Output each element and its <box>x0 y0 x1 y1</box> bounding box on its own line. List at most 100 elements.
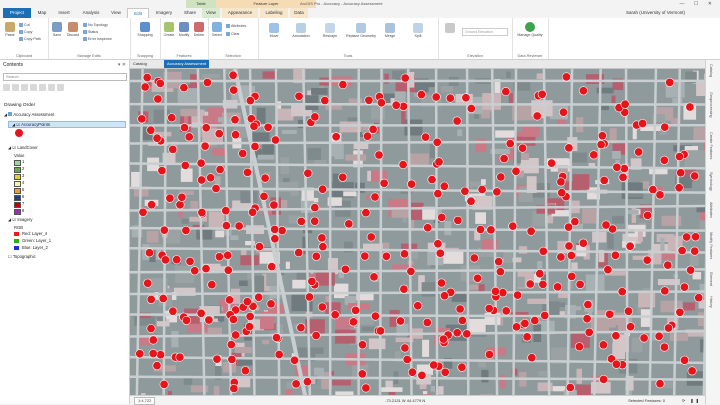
accuracy-point[interactable] <box>311 113 319 121</box>
tab-view[interactable]: View <box>107 8 125 18</box>
accuracy-point[interactable] <box>197 176 205 184</box>
accuracy-point[interactable] <box>250 122 258 130</box>
side-tab[interactable]: Create Features <box>709 132 713 159</box>
accuracy-point[interactable] <box>380 179 388 187</box>
accuracy-point[interactable] <box>676 308 684 316</box>
accuracy-point[interactable] <box>568 272 576 280</box>
accuracy-point[interactable] <box>358 341 366 349</box>
accuracy-point[interactable] <box>160 380 168 388</box>
side-tab[interactable]: Catalog <box>709 64 713 77</box>
accuracy-point[interactable] <box>567 251 575 259</box>
accuracy-point[interactable] <box>576 280 584 288</box>
tab-appearance[interactable]: Appearance <box>222 8 258 18</box>
legend-swatch[interactable] <box>14 209 21 215</box>
accuracy-point[interactable] <box>255 293 263 301</box>
accuracy-point[interactable] <box>297 324 305 332</box>
layer-topographic[interactable]: ☐ Topographic <box>8 254 36 259</box>
accuracy-point[interactable] <box>496 268 504 276</box>
tool-annotation[interactable]: Annotation <box>288 23 314 38</box>
accuracy-point[interactable] <box>656 380 664 388</box>
accuracy-point[interactable] <box>332 133 340 141</box>
accuracy-point[interactable] <box>558 189 566 197</box>
side-tab[interactable]: Geoprocessing <box>709 92 713 118</box>
accuracy-point[interactable] <box>430 361 438 369</box>
accuracy-point[interactable] <box>612 332 620 340</box>
accuracy-point[interactable] <box>197 159 205 167</box>
accuracy-point[interactable] <box>564 223 572 231</box>
accuracy-point[interactable] <box>643 211 651 219</box>
accuracy-point[interactable] <box>407 180 415 188</box>
topology-dropdown[interactable]: No Topology <box>83 23 108 27</box>
tab-analysis[interactable]: Analysis <box>77 8 105 18</box>
accuracy-point[interactable] <box>303 378 311 386</box>
accuracy-point[interactable] <box>319 243 327 251</box>
accuracy-point[interactable] <box>156 79 164 87</box>
accuracy-point[interactable] <box>178 193 186 201</box>
accuracy-point[interactable] <box>198 208 206 216</box>
legend-swatch[interactable] <box>14 181 21 187</box>
accuracy-point[interactable] <box>649 185 657 193</box>
accuracy-point[interactable] <box>493 188 501 196</box>
accuracy-point[interactable] <box>440 182 448 190</box>
accuracy-point[interactable] <box>275 350 283 358</box>
accuracy-point[interactable] <box>147 324 155 332</box>
accuracy-point[interactable] <box>467 104 475 112</box>
point-symbol-icon[interactable] <box>14 128 24 138</box>
accuracy-point[interactable] <box>677 169 685 177</box>
tab-share[interactable]: Share <box>180 8 200 18</box>
accuracy-point[interactable] <box>377 99 385 107</box>
accuracy-point[interactable] <box>528 354 536 362</box>
tab-catalog[interactable]: Catalog <box>130 60 150 68</box>
accuracy-point[interactable] <box>461 187 469 195</box>
tool-replace-geometry[interactable]: Replace Geometry <box>346 23 376 38</box>
accuracy-point[interactable] <box>143 73 151 81</box>
accuracy-point[interactable] <box>185 133 193 141</box>
accuracy-point[interactable] <box>295 92 303 100</box>
accuracy-point[interactable] <box>611 251 619 259</box>
accuracy-point[interactable] <box>635 148 643 156</box>
accuracy-point[interactable] <box>686 266 694 274</box>
accuracy-point[interactable] <box>456 305 464 313</box>
accuracy-point[interactable] <box>502 307 510 315</box>
accuracy-point[interactable] <box>202 124 210 132</box>
accuracy-point[interactable] <box>230 384 238 392</box>
accuracy-point[interactable] <box>401 74 409 82</box>
accuracy-point[interactable] <box>156 351 164 359</box>
accuracy-point[interactable] <box>575 343 583 351</box>
accuracy-point[interactable] <box>691 172 699 180</box>
accuracy-point[interactable] <box>186 257 194 265</box>
accuracy-point[interactable] <box>598 132 606 140</box>
accuracy-point[interactable] <box>655 332 663 340</box>
accuracy-point[interactable] <box>688 367 696 375</box>
accuracy-point[interactable] <box>318 185 326 193</box>
accuracy-point[interactable] <box>225 296 233 304</box>
tab-insert[interactable]: Insert <box>53 8 75 18</box>
legend-swatch[interactable] <box>14 167 21 173</box>
accuracy-point[interactable] <box>351 306 359 314</box>
accuracy-point[interactable] <box>222 207 230 215</box>
account-name[interactable]: Sarah (University of Vermont) <box>626 8 685 18</box>
accuracy-point[interactable] <box>599 341 607 349</box>
accuracy-point[interactable] <box>539 247 547 255</box>
tool-move[interactable]: Move <box>262 23 286 38</box>
accuracy-point[interactable] <box>458 316 466 324</box>
copy-path-button[interactable]: Copy Path <box>19 37 41 41</box>
accuracy-point[interactable] <box>407 267 415 275</box>
accuracy-point[interactable] <box>295 248 303 256</box>
accuracy-point[interactable] <box>618 288 626 296</box>
aerial-imagery[interactable] <box>130 69 705 395</box>
accuracy-point[interactable] <box>536 270 544 278</box>
accuracy-point[interactable] <box>243 297 251 305</box>
side-tab[interactable]: Element <box>709 272 713 286</box>
accuracy-point[interactable] <box>531 316 539 324</box>
accuracy-point[interactable] <box>417 90 425 98</box>
accuracy-point[interactable] <box>512 167 520 175</box>
accuracy-point[interactable] <box>268 262 276 270</box>
accuracy-point[interactable] <box>579 87 587 95</box>
accuracy-point[interactable] <box>557 253 565 261</box>
accuracy-point[interactable] <box>345 220 353 228</box>
accuracy-point[interactable] <box>341 265 349 273</box>
accuracy-point[interactable] <box>626 242 634 250</box>
window-controls[interactable]: — ☐ ✕ <box>680 1 716 7</box>
accuracy-point[interactable] <box>478 185 486 193</box>
